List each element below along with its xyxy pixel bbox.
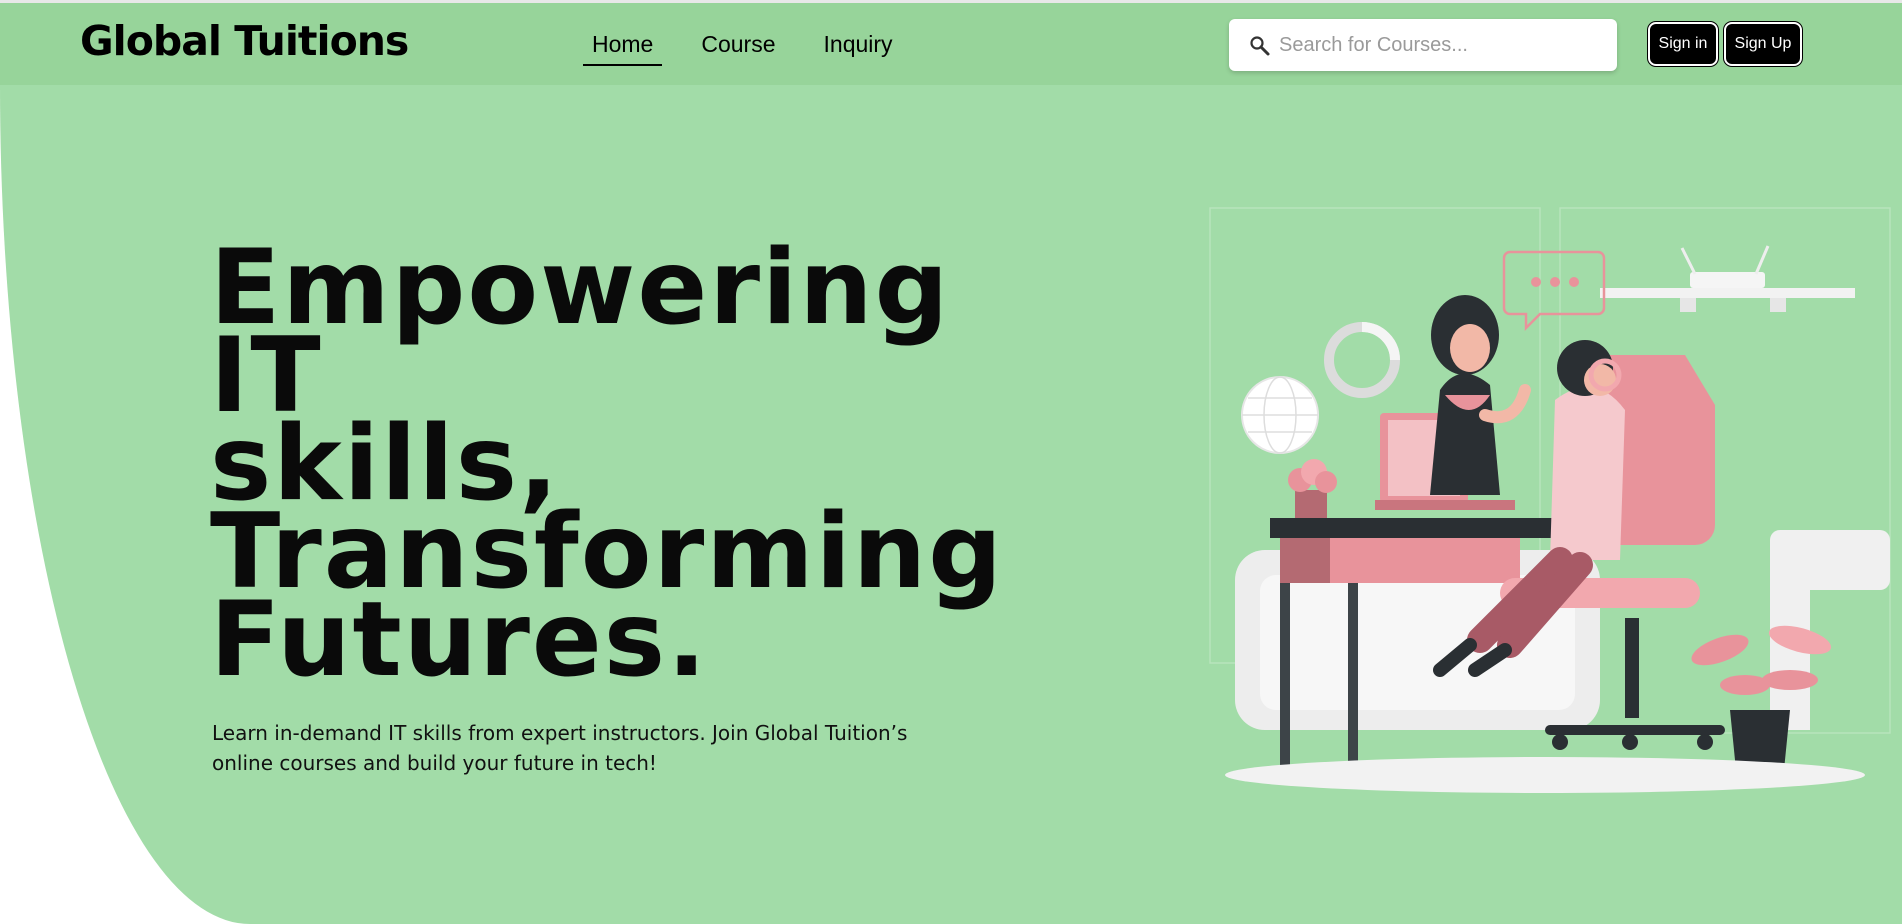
hero-illustration: [1200, 200, 1900, 800]
headline-line: Empowering: [210, 228, 951, 348]
nav-home-link[interactable]: Home: [583, 27, 663, 66]
main-nav: Home Course Inquiry: [583, 27, 902, 66]
online-tutoring-illustration: [1209, 207, 1891, 793]
nav-inquiry-link[interactable]: Inquiry: [815, 27, 902, 66]
nav-course-link[interactable]: Course: [692, 27, 784, 66]
navbar: Global Tuitions Home Course Inquiry Sign…: [0, 3, 1902, 85]
sign-in-button[interactable]: Sign in: [1648, 22, 1718, 66]
search-box: [1229, 19, 1617, 71]
hero-headline: Empowering IT skills, Transforming Futur…: [210, 228, 1004, 692]
sign-up-button[interactable]: Sign Up: [1724, 22, 1802, 66]
brand-logo[interactable]: Global Tuitions: [80, 17, 409, 65]
hero-subtext: Learn in-demand IT skills from expert in…: [212, 721, 908, 775]
search-input[interactable]: [1279, 19, 1599, 71]
search-icon: [1249, 35, 1271, 57]
